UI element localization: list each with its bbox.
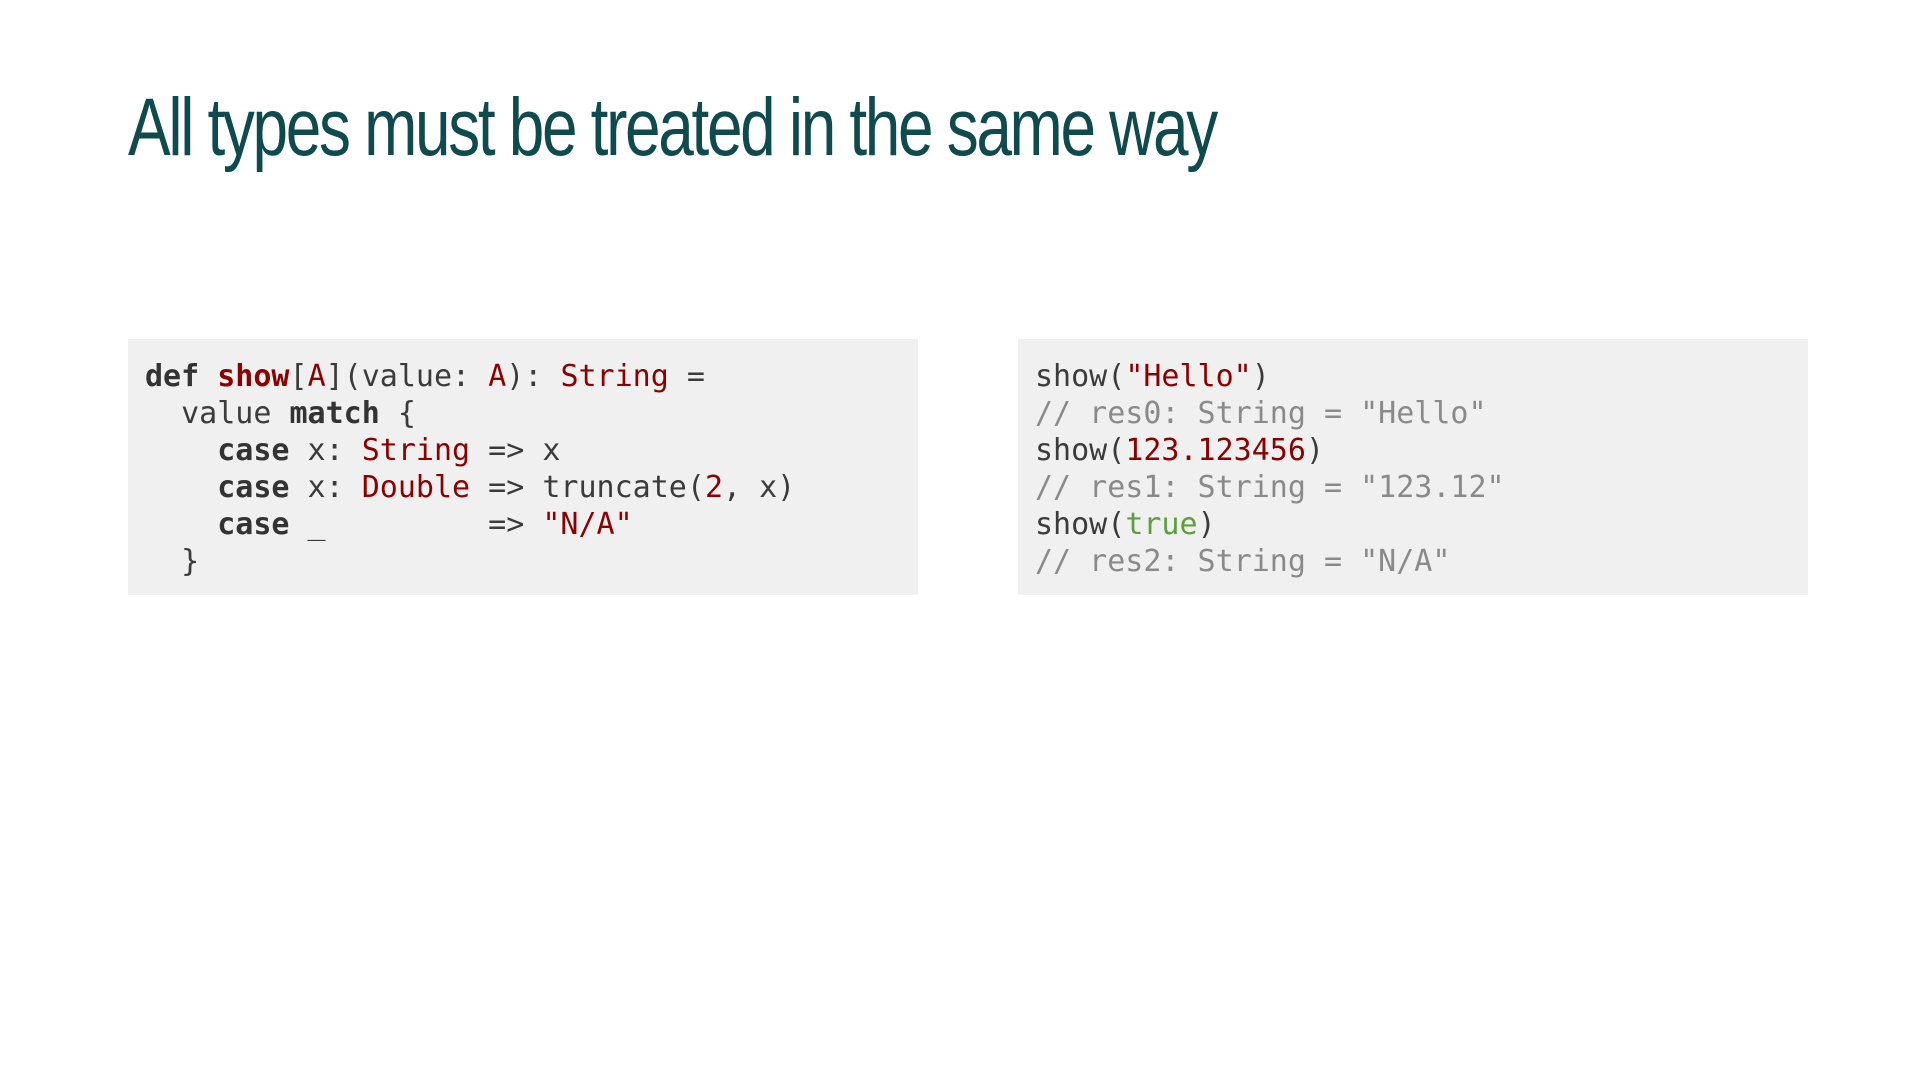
type-param: A bbox=[307, 359, 326, 394]
number-literal: 2 bbox=[704, 470, 723, 505]
code-line: case x: Double => truncate(2, x) bbox=[145, 469, 901, 506]
function-name: show bbox=[217, 359, 290, 394]
code-text: , x) bbox=[723, 470, 796, 505]
code-text: [ bbox=[289, 359, 308, 394]
code-text: ) bbox=[1305, 433, 1324, 468]
code-line: show(123.123456) bbox=[1035, 432, 1791, 469]
code-text: _ => bbox=[289, 507, 543, 542]
type-param: A bbox=[488, 359, 507, 394]
code-line: case x: String => x bbox=[145, 432, 901, 469]
code-text: value bbox=[145, 396, 290, 431]
code-text: show( bbox=[1035, 433, 1126, 468]
type-string: String bbox=[361, 433, 471, 468]
code-text: x: bbox=[289, 433, 362, 468]
code-text: ) bbox=[1197, 507, 1216, 542]
code-text: } bbox=[145, 544, 200, 579]
type-string: String bbox=[560, 359, 669, 394]
string-literal: "Hello" bbox=[1125, 359, 1252, 394]
code-comment: // res0: String = "Hello" bbox=[1035, 396, 1487, 431]
code-text: x: bbox=[289, 470, 362, 505]
code-text: show( bbox=[1035, 359, 1126, 394]
code-line: value match { bbox=[145, 395, 901, 432]
slide-title: All types must be treated in the same wa… bbox=[128, 82, 1218, 173]
code-line: show(true) bbox=[1035, 506, 1791, 543]
code-comment: // res2: String = "N/A" bbox=[1035, 544, 1451, 579]
code-block-usage: show("Hello")// res0: String = "Hello" sh… bbox=[1018, 339, 1808, 595]
boolean-literal: true bbox=[1125, 507, 1198, 542]
number-literal: 123.123456 bbox=[1125, 433, 1306, 468]
keyword-case: case bbox=[217, 433, 290, 468]
code-text: { bbox=[379, 396, 416, 431]
code-text: = bbox=[668, 359, 705, 394]
keyword-def: def bbox=[145, 359, 200, 394]
code-text: ) bbox=[1251, 359, 1270, 394]
code-text: => x bbox=[470, 433, 561, 468]
code-text: show( bbox=[1035, 507, 1126, 542]
code-line: case _ => "N/A" bbox=[145, 506, 901, 543]
code-line: show("Hello") bbox=[1035, 358, 1791, 395]
keyword-case: case bbox=[217, 470, 290, 505]
type-double: Double bbox=[361, 470, 471, 505]
code-text: ): bbox=[506, 359, 561, 394]
code-comment: // res1: String = "123.12" bbox=[1035, 470, 1505, 505]
string-literal: "N/A" bbox=[542, 507, 633, 542]
code-text: ](value: bbox=[325, 359, 489, 394]
keyword-case: case bbox=[217, 507, 290, 542]
code-text: => truncate( bbox=[470, 470, 705, 505]
code-line: def show[A](value: A): String = bbox=[145, 358, 901, 395]
keyword-match: match bbox=[289, 396, 380, 431]
code-block-definition: def show[A](value: A): String = value ma… bbox=[128, 339, 918, 595]
code-line: } bbox=[145, 543, 901, 580]
